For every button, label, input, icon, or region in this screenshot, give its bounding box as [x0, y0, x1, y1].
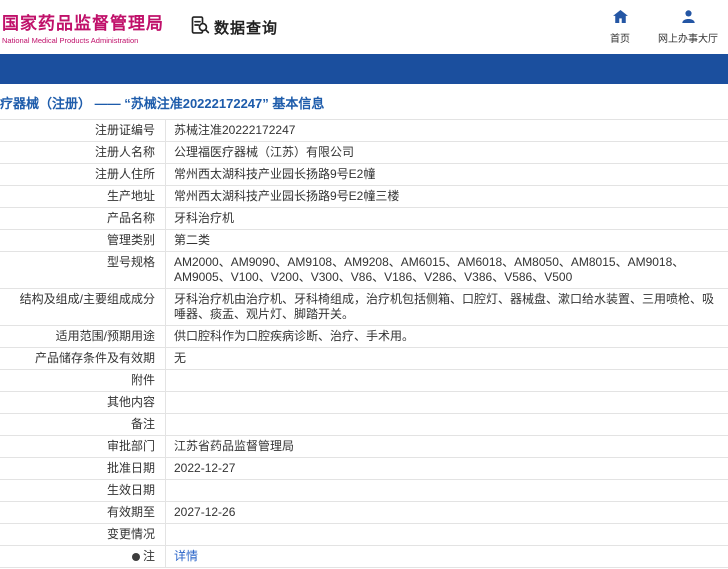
- row-value: 详情: [166, 546, 728, 567]
- row-label: 备注: [0, 414, 166, 435]
- table-row: 结构及组成/主要组成成分 牙科治疗机由治疗机、牙科椅组成，治疗机包括侧箱、口腔灯、…: [0, 289, 728, 326]
- nav-home-label: 首页: [610, 33, 630, 45]
- table-row: 注册证编号 苏械注准20222172247: [0, 120, 728, 142]
- table-row: 生效日期: [0, 480, 728, 502]
- data-query-icon: [190, 15, 210, 40]
- detail-link[interactable]: 详情: [174, 549, 198, 563]
- table-row: 审批部门 江苏省药品监督管理局: [0, 436, 728, 458]
- top-nav: 首页 网上办事大厅: [610, 9, 720, 45]
- row-value: 2027-12-26: [174, 505, 236, 519]
- row-label: 生效日期: [0, 480, 166, 501]
- row-value: [166, 392, 728, 413]
- row-value: [166, 480, 728, 501]
- row-value: 第二类: [174, 233, 211, 247]
- table-row: 管理类别 第二类: [0, 230, 728, 252]
- row-label: 产品储存条件及有效期: [0, 348, 166, 369]
- row-value: 牙科治疗机由治疗机、牙科椅组成，治疗机包括侧箱、口腔灯、器械盘、漱口给水装置、三…: [174, 292, 715, 321]
- table-row: 其他内容: [0, 392, 728, 414]
- row-value: [166, 524, 728, 545]
- row-value: 无: [174, 351, 187, 365]
- table-row: 适用范围/预期用途 供口腔科作为口腔疾病诊断、治疗、手术用。: [0, 326, 728, 348]
- row-label: 适用范围/预期用途: [0, 326, 166, 347]
- row-label: 变更情况: [0, 524, 166, 545]
- nav-home[interactable]: 首页: [610, 9, 630, 45]
- row-value: 公理福医疗器械（江苏）有限公司: [174, 145, 355, 159]
- row-value: 常州西太湖科技产业园长扬路9号E2幢三楼: [174, 189, 400, 203]
- data-query-label: 数据查询: [214, 19, 279, 37]
- nav-service-hall[interactable]: 网上办事大厅: [658, 9, 718, 45]
- table-row: 批准日期 2022-12-27: [0, 458, 728, 480]
- row-label: 型号规格: [0, 252, 166, 288]
- row-label: 审批部门: [0, 436, 166, 457]
- logo-title: 国家药品监督管理局: [2, 14, 164, 33]
- row-value: 牙科治疗机: [174, 211, 235, 225]
- page-title: 疗器械（注册） —— “苏械注准20222172247” 基本信息: [0, 96, 325, 111]
- note-dot-icon: [131, 553, 140, 561]
- site-header: 国家药品监督管理局 National Medical Products Admi…: [0, 0, 728, 54]
- row-value: [166, 370, 728, 391]
- table-row: 生产地址 常州西太湖科技产业园长扬路9号E2幢三楼: [0, 186, 728, 208]
- table-row: 有效期至 2027-12-26: [0, 502, 728, 524]
- row-value: 江苏省药品监督管理局: [174, 439, 295, 453]
- row-label: 有效期至: [0, 502, 166, 523]
- nav-service-hall-label: 网上办事大厅: [658, 33, 718, 45]
- row-value: 供口腔科作为口腔疾病诊断、治疗、手术用。: [174, 329, 415, 343]
- primary-nav-bar: [0, 54, 728, 84]
- nmpa-logo[interactable]: 国家药品监督管理局 National Medical Products Admi…: [2, 9, 164, 45]
- logo-subtitle: National Medical Products Administration: [2, 36, 139, 45]
- row-label: 附件: [0, 370, 166, 391]
- table-row: 备注: [0, 414, 728, 436]
- row-value: 苏械注准20222172247: [174, 123, 296, 137]
- person-icon: [681, 9, 696, 28]
- table-row: 注册人名称 公理福医疗器械（江苏）有限公司: [0, 142, 728, 164]
- table-row: 附件: [0, 370, 728, 392]
- table-row: 注详情: [0, 546, 728, 568]
- row-label: 批准日期: [0, 458, 166, 479]
- table-row: 产品储存条件及有效期无: [0, 348, 728, 370]
- table-row: 注册人住所 常州西太湖科技产业园长扬路9号E2幢: [0, 164, 728, 186]
- row-label: 注册证编号: [0, 120, 166, 141]
- table-row: 变更情况: [0, 524, 728, 546]
- data-query-tab[interactable]: 数据查询: [190, 15, 278, 40]
- page-root: 国家药品监督管理局 National Medical Products Admi…: [0, 0, 728, 568]
- row-label: 管理类别: [0, 230, 166, 251]
- table-row: 产品名称 牙科治疗机: [0, 208, 728, 230]
- row-label: 注册人住所: [0, 164, 166, 185]
- row-label: 注: [0, 546, 166, 567]
- row-label: 其他内容: [0, 392, 166, 413]
- row-value: 2022-12-27: [174, 461, 236, 475]
- registration-info-table: 注册证编号 苏械注准20222172247 注册人名称 公理福医疗器械（江苏）有限公司…: [0, 119, 728, 568]
- row-value: AM2000、AM9090、AM9108、AM9208、AM6015、AM601…: [174, 255, 685, 284]
- row-label: 注册人名称: [0, 142, 166, 163]
- row-label: 生产地址: [0, 186, 166, 207]
- table-row: 型号规格 AM2000、AM9090、AM9108、AM9208、AM6015、A…: [0, 252, 728, 289]
- home-icon: [612, 9, 628, 28]
- row-value: [166, 414, 728, 435]
- row-value: 常州西太湖科技产业园长扬路9号E2幢: [174, 167, 376, 181]
- row-label: 结构及组成/主要组成成分: [0, 289, 166, 325]
- row-label: 产品名称: [0, 208, 166, 229]
